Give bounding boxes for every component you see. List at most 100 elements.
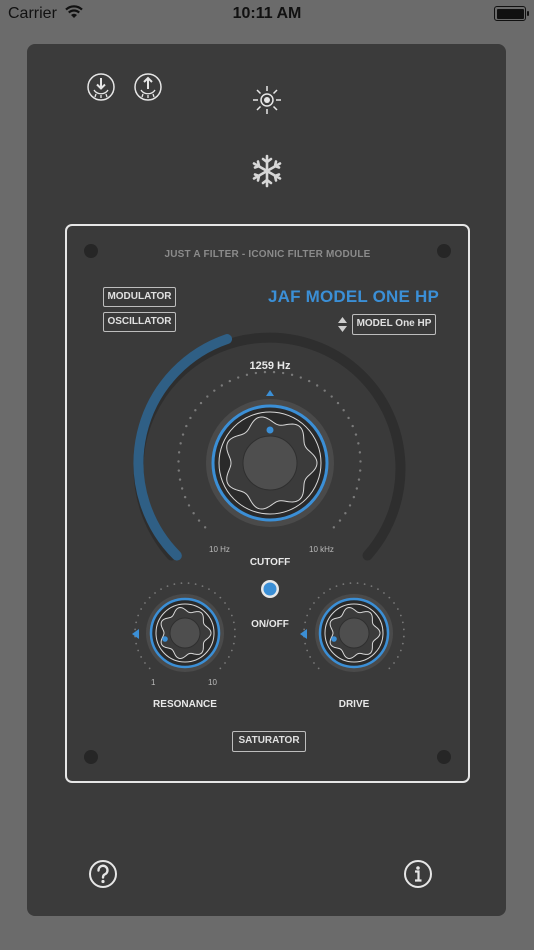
cutoff-knob[interactable] (200, 387, 340, 532)
device-panel: JUST A FILTER - ICONIC FILTER MODULE MOD… (27, 44, 506, 916)
scale-dot (177, 451, 181, 454)
scale-dot (137, 614, 140, 617)
scale-dot (137, 649, 140, 652)
scale-dot (230, 649, 233, 652)
scale-dot (357, 478, 361, 481)
scale-dot (351, 424, 354, 428)
scale-dot (189, 416, 192, 420)
scale-dot (135, 621, 138, 624)
cutoff-readout: 1259 Hz (249, 360, 291, 372)
scale-dot (180, 487, 184, 490)
scale-dot (179, 442, 182, 445)
scale-dot (230, 614, 233, 617)
scale-dot (358, 469, 362, 472)
scale-dot (401, 621, 404, 624)
upload-icon[interactable] (133, 72, 163, 107)
scale-dot (352, 495, 356, 499)
onoff-label: ON/OFF (251, 619, 289, 630)
clock: 10:11 AM (232, 5, 302, 22)
scale-dot (192, 512, 195, 515)
scale-dot (173, 583, 176, 586)
scale-dot (185, 424, 188, 428)
resonance-pointer (132, 626, 140, 644)
scale-dot (306, 614, 309, 617)
scale-dot (358, 451, 362, 454)
scale-dot (299, 376, 302, 379)
scale-dot (357, 442, 360, 445)
scale-dot (342, 583, 345, 586)
onoff-led[interactable] (260, 579, 280, 604)
scale-dot (178, 478, 182, 481)
scale-dot (194, 409, 197, 412)
battery-icon (494, 6, 529, 21)
scale-dot (306, 649, 309, 652)
scale-dot (227, 656, 230, 658)
scale-dot (208, 588, 210, 591)
cutoff-label: CUTOFF (249, 557, 291, 568)
scale-dot (194, 583, 197, 586)
scale-dot (281, 371, 285, 375)
scale-dot (399, 614, 402, 617)
resonance-max-label: 10 (208, 678, 217, 687)
scale-dot (349, 582, 352, 585)
scale-dot (356, 582, 359, 585)
scale-dot (140, 656, 143, 658)
info-icon[interactable] (403, 859, 433, 894)
scale-dot (290, 373, 294, 377)
scale-dot (233, 635, 236, 638)
scale-dot (348, 504, 352, 507)
cutoff-max-label: 10 kHz (309, 545, 334, 554)
scale-dot (309, 608, 312, 610)
scale-dot (201, 585, 204, 588)
scale-dot (396, 656, 399, 658)
scale-dot (180, 582, 183, 585)
scale-dot (354, 433, 358, 436)
filter-module: JUST A FILTER - ICONIC FILTER MODULE MOD… (65, 224, 470, 783)
scale-dot (355, 487, 359, 490)
scale-dot (177, 469, 181, 472)
scale-dot (228, 379, 232, 383)
scale-dot (160, 588, 162, 591)
scale-dot (232, 642, 235, 645)
scale-dot (254, 371, 258, 375)
help-icon[interactable] (88, 859, 118, 894)
scale-dot (359, 460, 362, 463)
status-bar: Carrier 10:11 AM (0, 0, 534, 28)
scale-dot (342, 409, 345, 412)
scale-dot (377, 588, 379, 591)
scale-dot (183, 495, 187, 499)
scale-dot (370, 585, 373, 588)
scale-dot (187, 504, 191, 507)
scale-dot (344, 512, 347, 515)
saturator-button[interactable]: SATURATOR (232, 731, 306, 752)
drive-pointer (300, 626, 308, 644)
scale-dot (402, 628, 405, 631)
scale-dot (177, 460, 180, 463)
scale-dot (329, 588, 331, 591)
scale-dot (140, 608, 143, 610)
scale-dot (237, 376, 240, 379)
scale-dot (307, 379, 311, 383)
cutoff-min-label: 10 Hz (209, 545, 230, 554)
scale-dot (347, 416, 350, 420)
scale-dot (399, 649, 402, 652)
scale-dot (227, 608, 230, 610)
scale-dot (166, 585, 169, 588)
drive-label: DRIVE (338, 699, 370, 710)
resonance-label: RESONANCE (153, 699, 217, 710)
scale-dot (401, 642, 404, 645)
scale-dot (335, 585, 338, 588)
resonance-min-label: 1 (151, 678, 156, 687)
resonance-knob[interactable] (144, 592, 226, 679)
scale-dot (187, 582, 190, 585)
scale-dot (396, 608, 399, 610)
scale-dot (181, 433, 185, 436)
scale-dot (245, 373, 249, 377)
brightness-icon[interactable] (251, 84, 283, 121)
scale-dot (402, 635, 405, 638)
download-icon[interactable] (86, 72, 116, 107)
scale-dot (363, 583, 366, 586)
snowflake-icon[interactable] (249, 153, 285, 194)
drive-knob[interactable] (313, 592, 395, 679)
scale-dot (309, 656, 312, 658)
